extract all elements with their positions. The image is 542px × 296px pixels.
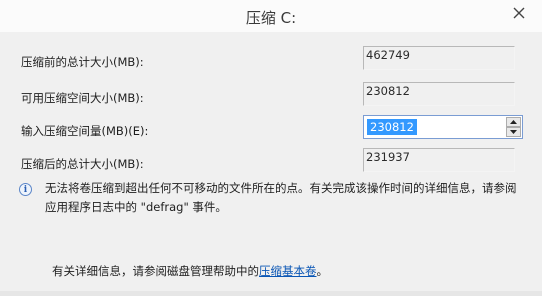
help-text: 有关详细信息，请参阅磁盘管理帮助中的压缩基本卷。 (52, 263, 328, 279)
info-icon: i (19, 183, 32, 196)
available-space-value: 230812 (363, 82, 515, 106)
help-link[interactable]: 压缩基本卷 (259, 264, 317, 278)
arrow-up-icon (510, 120, 517, 124)
help-suffix: 。 (316, 264, 329, 278)
info-message: 无法将卷压缩到超出任何不可移动的文件所在的点。有关完成该操作时间的详细信息，请参… (45, 181, 517, 214)
total-after-value: 231937 (363, 148, 515, 172)
close-button[interactable] (500, 0, 538, 26)
stepper-up-button[interactable] (506, 117, 521, 127)
total-after-label: 压缩后的总计大小(MB): (21, 157, 144, 171)
arrow-down-icon (510, 130, 517, 134)
total-before-label: 压缩前的总计大小(MB): (21, 55, 144, 69)
window-title: 压缩 C: (245, 9, 297, 27)
available-space-label: 可用压缩空间大小(MB): (21, 91, 144, 105)
stepper-down-button[interactable] (506, 127, 521, 137)
shrink-amount-input[interactable]: 230812 (367, 119, 417, 135)
stepper-buttons (506, 117, 521, 137)
title-bar: 压缩 C: (0, 0, 542, 33)
bottom-edge (0, 291, 542, 296)
help-prefix: 有关详细信息，请参阅磁盘管理帮助中的 (52, 264, 259, 278)
shrink-amount-stepper[interactable]: 230812 (363, 115, 523, 139)
total-before-value: 462749 (363, 46, 515, 70)
close-icon (513, 7, 525, 19)
shrink-amount-label: 输入压缩空间量(MB)(E): (21, 124, 149, 138)
